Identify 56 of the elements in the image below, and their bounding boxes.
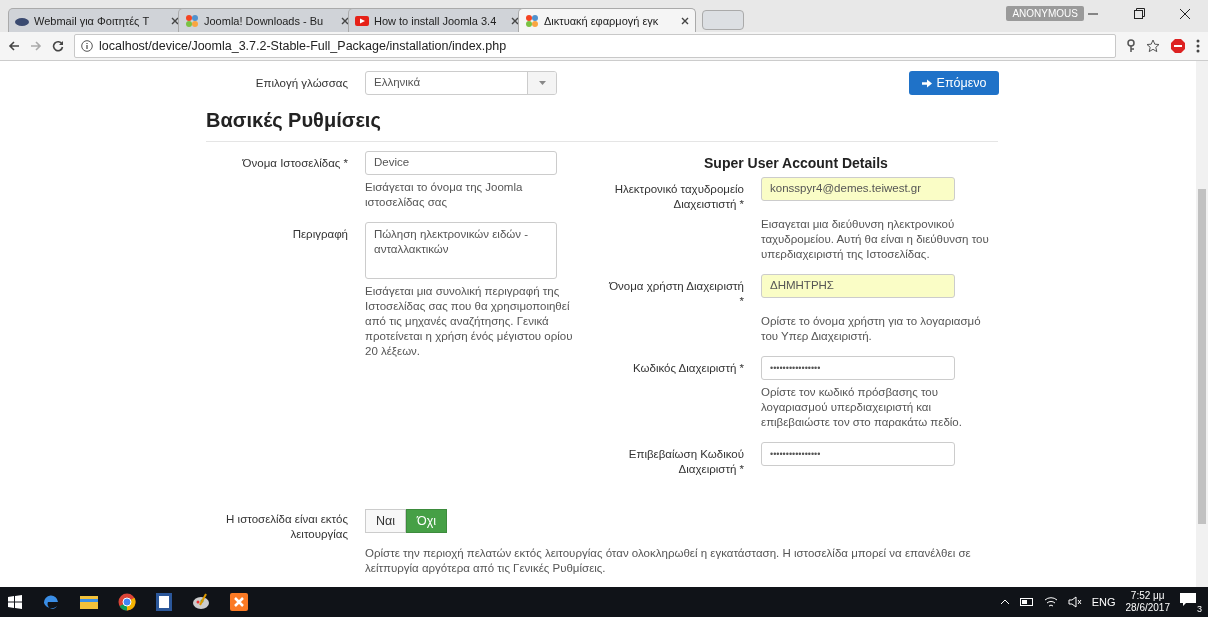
battery-icon[interactable] [1019, 598, 1034, 606]
joomla-icon [185, 13, 199, 28]
password-field[interactable]: •••••••••••••••• [761, 356, 955, 380]
star-icon[interactable] [1146, 39, 1160, 53]
input-field[interactable]: Device [365, 151, 557, 175]
field-label: Κωδικός Διαχειριστή * [632, 361, 744, 376]
close-icon[interactable] [681, 16, 689, 25]
back-icon[interactable] [8, 40, 20, 52]
help-text: Ορίστε τον κωδικό πρόσβασης του λογαριασμού υπερδιαχειριστή και επιβεβαιώστε τον στο παρακάτω πεδίο. [761, 385, 963, 430]
browser-tab[interactable]: Δικτυακή εφαρμογή εγκ [518, 8, 696, 32]
field-label: Επιλογή γλώσσας [254, 75, 348, 91]
input-field[interactable]: ΔΗΜΗΤΡΗΣ [761, 274, 955, 298]
arrow-icon [921, 78, 932, 88]
help-text: Εισαγεται μια διεύθυνση ηλεκτρονικού ταχυδρομείου. Αυτή θα είναι η διεύθυνση του υπερδιαχειριστή της Ιστοσελίδας. [761, 217, 990, 262]
paint-icon[interactable] [192, 593, 210, 611]
wifi-icon[interactable] [1043, 596, 1058, 608]
field-label: Επιβεβαίωση Κωδικού Διαχειριστή * [627, 447, 744, 477]
section-title: Super User Account Details [704, 155, 888, 171]
chrome-icon[interactable] [118, 593, 136, 611]
chevron-icon[interactable] [999, 599, 1010, 605]
profile-badge: ANONYMOUS [1006, 6, 1084, 21]
edge-icon[interactable] [42, 593, 60, 611]
field-label: Όνομα Ιστοσελίδας * [241, 156, 348, 171]
language-indicator[interactable]: ENG [1091, 596, 1116, 608]
key-icon[interactable] [1126, 39, 1136, 53]
info-icon [81, 40, 93, 52]
field-label: Η ιστοσελίδα είναι εκτός λειτουργίας [225, 512, 348, 542]
adblock-icon[interactable] [1170, 38, 1186, 54]
help-text: Εισάγεται το όνομα της Joomla ιστοσελίδας σας [365, 180, 524, 210]
document-icon[interactable] [156, 593, 172, 611]
input-field[interactable]: konsspyr4@demes.teiwest.gr [761, 177, 955, 201]
caret-icon [538, 81, 546, 85]
toggle-option[interactable]: Ναι [365, 509, 407, 533]
text-area[interactable]: Πώληση ηλεκτρονικών ειδών - ανταλλακτικών [365, 222, 557, 279]
menu-icon[interactable] [1196, 39, 1200, 53]
joomla-icon [525, 13, 539, 28]
field-label: Ηλεκτρονικό ταχυδρομείο Διαχειστιστή * [613, 182, 744, 212]
video-icon [355, 15, 369, 26]
address-bar[interactable]: localhost/device/Joomla_3.7.2-Stable-Full_Package/installation/index.php [74, 34, 1116, 58]
reload-icon[interactable] [52, 40, 64, 52]
cloud-icon [15, 15, 29, 26]
field-label: Περιγραφή [291, 227, 348, 242]
help-text: Ορίστε την περιοχή πελατών εκτός λειτουργίας όταν ολοκληρωθεί η εγκατάσταση. Η ιστοσελίδα μπορεί να επανέλθει σε λείτπυργία αργότερα από τις Γενικές Ρυθμίσεις. [365, 546, 972, 576]
windows-icon[interactable] [8, 595, 22, 609]
language-select[interactable]: Ελληνικά [365, 71, 557, 95]
help-text: Εισάγεται μια συνολική περιγραφή της Ιστοσελίδας σας που θα χρησιμοποιηθεί από τις μηχανές αναζήτησης. Γενικά προτείνεται η χρήση ένός μέγιστου ορίου 20 λέξεων. [365, 284, 574, 359]
section-heading: Βασικές Ρυθμίσεις [206, 109, 381, 132]
xampp-icon[interactable] [230, 593, 248, 611]
folder-icon[interactable] [80, 594, 98, 610]
field-label: Όνομα χρήστη Διαχειριστή * [608, 279, 744, 309]
password-field[interactable]: •••••••••••••••• [761, 442, 955, 466]
help-text: Ορίστε το όνομα χρήστη για το λογαριασμό του Υπερ Διαχειριστή. [761, 314, 982, 344]
scrollbar[interactable] [1196, 61, 1208, 587]
clock[interactable]: 7:52 μμ 28/6/2017 [1125, 590, 1170, 614]
speaker-icon[interactable] [1067, 596, 1082, 608]
next-button[interactable]: Επόμενο [909, 71, 999, 95]
